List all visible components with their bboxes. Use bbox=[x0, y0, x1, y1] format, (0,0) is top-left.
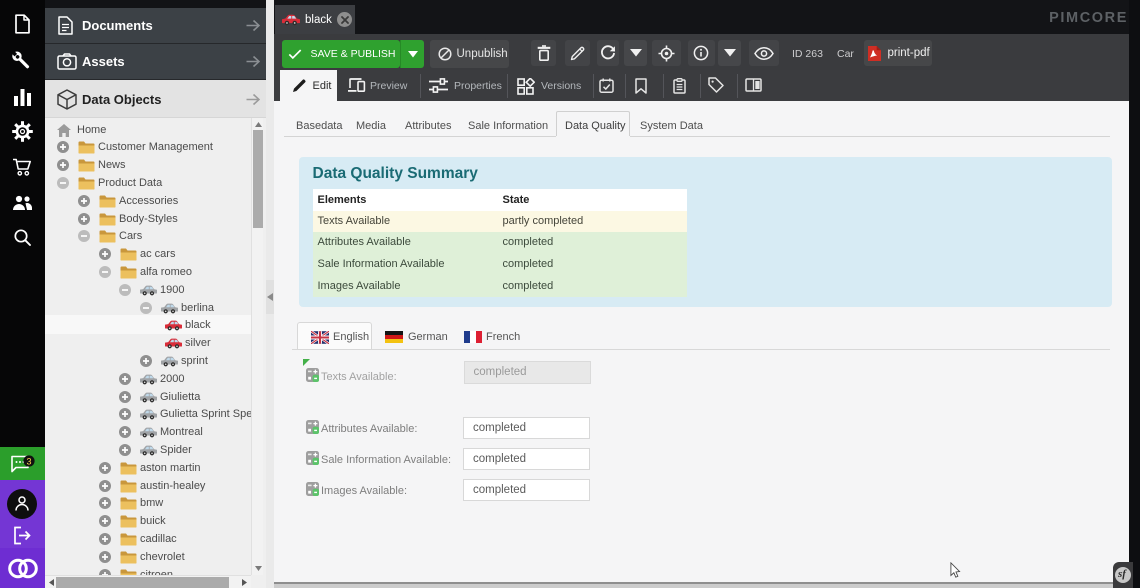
svg-text:3: 3 bbox=[26, 457, 31, 467]
